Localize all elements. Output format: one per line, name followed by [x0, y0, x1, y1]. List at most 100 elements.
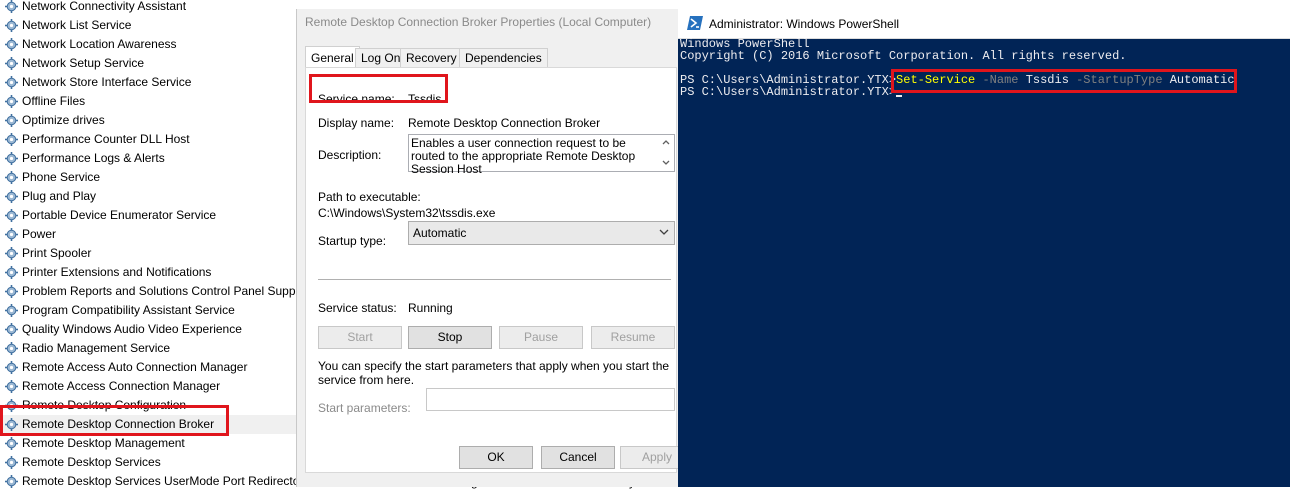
service-name: Problem Reports and Solutions Control Pa… [22, 284, 300, 298]
service-row[interactable]: Remote Desktop Services UserMode Port Re… [0, 472, 300, 491]
path-label: Path to executable: [318, 190, 421, 204]
service-row[interactable]: Offline Files [0, 92, 300, 111]
gear-icon [5, 114, 18, 127]
description-textbox[interactable]: Enables a user connection request to be … [408, 134, 675, 176]
scroll-arrows-icon [662, 140, 670, 165]
gear-icon [5, 228, 18, 241]
service-row[interactable]: Remote Desktop Management [0, 434, 300, 453]
gear-icon [5, 190, 18, 203]
service-name: Remote Access Auto Connection Manager [22, 360, 248, 374]
stop-button[interactable]: Stop [408, 326, 492, 349]
gear-icon [5, 361, 18, 374]
powershell-title: Administrator: Windows PowerShell [709, 17, 900, 31]
service-row[interactable]: Portable Device Enumerator Service [0, 206, 300, 225]
display-name-label: Display name: [318, 116, 395, 130]
service-name: Plug and Play [22, 189, 97, 203]
gear-icon [5, 19, 18, 32]
service-name: Print Spooler [22, 246, 92, 260]
service-row[interactable]: Performance Counter DLL Host [0, 130, 300, 149]
gear-icon [5, 380, 18, 393]
gear-icon [5, 0, 18, 13]
startup-type-value: Automatic [413, 226, 467, 240]
gear-icon [5, 323, 18, 336]
tab-recovery[interactable]: Recovery [400, 48, 463, 68]
gear-icon [5, 152, 18, 165]
service-name: Network Setup Service [22, 56, 145, 70]
service-name: Network List Service [22, 18, 132, 32]
description-scrollbar[interactable] [658, 135, 674, 171]
ok-button[interactable]: OK [459, 446, 533, 469]
gear-icon [5, 456, 18, 469]
service-name: Printer Extensions and Notifications [22, 265, 212, 279]
service-status-value: Running [408, 301, 453, 315]
general-tab-panel: Service name: Tssdis Display name: Remot… [305, 67, 677, 473]
pause-button[interactable]: Pause [499, 326, 583, 349]
highlight-service-name [309, 74, 448, 103]
service-row[interactable]: Phone Service [0, 168, 300, 187]
service-row[interactable]: Performance Logs & Alerts [0, 149, 300, 168]
service-row[interactable]: Power [0, 225, 300, 244]
service-name: Network Store Interface Service [22, 75, 192, 89]
service-row[interactable]: Network Connectivity Assistant [0, 0, 300, 16]
service-row[interactable]: Program Compatibility Assistant Service [0, 301, 300, 320]
service-row[interactable]: Print Spooler [0, 244, 300, 263]
service-row[interactable]: Remote Desktop Services [0, 453, 300, 472]
gear-icon [5, 57, 18, 70]
startup-type-select[interactable]: Automatic [408, 221, 675, 245]
service-status-label: Service status: [318, 301, 397, 315]
service-row[interactable]: Problem Reports and Solutions Control Pa… [0, 282, 300, 301]
service-row[interactable]: Quality Windows Audio Video Experience [0, 320, 300, 339]
dialog-title: Remote Desktop Connection Broker Propert… [305, 15, 652, 29]
display-name-value: Remote Desktop Connection Broker [408, 116, 601, 130]
service-row[interactable]: Network Location Awareness [0, 35, 300, 54]
tab-log-on[interactable]: Log On [355, 48, 407, 68]
gear-icon [5, 76, 18, 89]
service-row[interactable]: Plug and Play [0, 187, 300, 206]
cancel-button[interactable]: Cancel [541, 446, 615, 469]
text-cursor [896, 95, 903, 97]
gear-icon [5, 304, 18, 317]
start-params-input[interactable] [426, 388, 675, 411]
service-name: Remote Desktop Services UserMode Port Re… [22, 474, 300, 488]
service-name: Remote Access Connection Manager [22, 379, 221, 393]
gear-icon [5, 38, 18, 51]
service-row[interactable]: Optimize drives [0, 111, 300, 130]
gear-icon [5, 95, 18, 108]
start-button[interactable]: Start [318, 326, 402, 349]
service-name: Quality Windows Audio Video Experience [22, 322, 242, 336]
gear-icon [5, 342, 18, 355]
service-row[interactable]: Network Setup Service [0, 54, 300, 73]
description-label: Description: [318, 148, 382, 162]
console-prompt: PS C:\Users\Administrator.YTX> [680, 85, 897, 99]
gear-icon [5, 266, 18, 279]
tab-dependencies[interactable]: Dependencies [459, 48, 548, 68]
highlight-command [891, 69, 1237, 93]
gear-icon [5, 171, 18, 184]
gear-icon [5, 285, 18, 298]
startup-type-label: Startup type: [318, 234, 387, 248]
service-name: Remote Desktop Management [22, 436, 185, 450]
console-line: Copyright (C) 2016 Microsoft Corporation… [680, 49, 1127, 63]
description-text: Enables a user connection request to be … [411, 136, 636, 176]
service-row[interactable]: Network List Service [0, 16, 300, 35]
separator [318, 279, 671, 280]
service-name: Program Compatibility Assistant Service [22, 303, 235, 317]
start-params-note: You can specify the start parameters tha… [318, 359, 670, 387]
service-row[interactable]: Radio Management Service [0, 339, 300, 358]
gear-icon [5, 437, 18, 450]
service-row[interactable]: Remote Access Auto Connection Manager [0, 358, 300, 377]
service-name: Network Location Awareness [22, 37, 177, 51]
service-name: Network Connectivity Assistant [22, 0, 187, 13]
powershell-icon [687, 16, 703, 30]
service-name: Performance Counter DLL Host [22, 132, 190, 146]
chevron-down-icon [659, 229, 669, 235]
service-row[interactable]: Network Store Interface Service [0, 73, 300, 92]
resume-button[interactable]: Resume [591, 326, 675, 349]
gear-icon [5, 247, 18, 260]
service-name: Power [22, 227, 57, 241]
tab-general[interactable]: General [305, 46, 360, 69]
service-row[interactable]: Remote Access Connection Manager [0, 377, 300, 396]
gear-icon [5, 475, 18, 488]
service-row[interactable]: Printer Extensions and Notifications [0, 263, 300, 282]
service-name: Portable Device Enumerator Service [22, 208, 217, 222]
